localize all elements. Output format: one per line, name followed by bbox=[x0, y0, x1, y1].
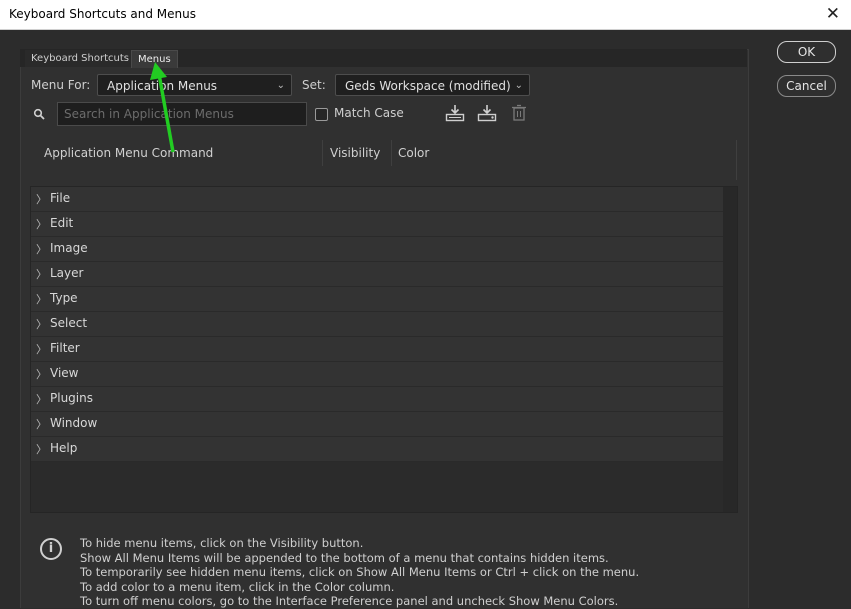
chevron-right-icon[interactable]: 〉 bbox=[36, 241, 47, 257]
menu-label: Type bbox=[50, 291, 78, 305]
menu-label: Help bbox=[50, 441, 78, 455]
window-title: Keyboard Shortcuts and Menus bbox=[9, 7, 196, 21]
menu-label: Window bbox=[50, 416, 98, 430]
menu-list: 〉 File 〉 Edit 〉 Image 〉 Layer 〉 Type 〉 Select … bbox=[30, 186, 738, 513]
column-divider bbox=[736, 140, 737, 180]
menu-label: Select bbox=[50, 316, 88, 330]
list-item[interactable]: 〉 Help bbox=[31, 437, 723, 462]
info-icon: i bbox=[40, 538, 62, 560]
info-line: To temporarily see hidden menu items, cl… bbox=[80, 565, 640, 579]
ok-button[interactable]: OK bbox=[777, 41, 836, 63]
chevron-right-icon[interactable]: 〉 bbox=[36, 366, 47, 382]
menu-label: File bbox=[50, 191, 71, 205]
menu-label: Plugins bbox=[50, 391, 93, 405]
info-line: To add color to a menu item, click in th… bbox=[80, 579, 395, 594]
annotation-arrow-icon bbox=[150, 62, 175, 153]
chevron-right-icon[interactable]: 〉 bbox=[36, 441, 47, 457]
list-item[interactable]: 〉 View bbox=[31, 362, 723, 387]
chevron-right-icon[interactable]: 〉 bbox=[36, 191, 47, 207]
delete-set-icon[interactable] bbox=[509, 104, 529, 122]
menu-for-select[interactable]: Application Menus ⌄ bbox=[97, 74, 292, 96]
chevron-down-icon: ⌄ bbox=[276, 80, 285, 91]
list-item[interactable]: 〉 File bbox=[31, 187, 723, 212]
search-icon bbox=[33, 108, 45, 120]
column-divider bbox=[322, 140, 323, 166]
chevron-right-icon[interactable]: 〉 bbox=[36, 416, 47, 432]
chevron-right-icon[interactable]: 〉 bbox=[36, 316, 47, 332]
menu-label: Filter bbox=[50, 341, 80, 355]
list-item[interactable]: 〉 Select bbox=[31, 312, 723, 337]
title-bar: Keyboard Shortcuts and Menus ✕ bbox=[0, 0, 851, 30]
menu-label: Layer bbox=[50, 266, 84, 280]
list-item[interactable]: 〉 Filter bbox=[31, 337, 723, 362]
list-item[interactable]: 〉 Window bbox=[31, 412, 723, 437]
menu-label: Image bbox=[50, 241, 88, 255]
column-visibility[interactable]: Visibility bbox=[330, 146, 380, 160]
column-color[interactable]: Color bbox=[398, 146, 429, 160]
info-line: Show All Menu Items will be appended to … bbox=[80, 550, 609, 565]
search-input[interactable]: Search in Application Menus bbox=[57, 102, 307, 126]
chevron-right-icon[interactable]: 〉 bbox=[36, 391, 47, 407]
set-select[interactable]: Geds Workspace (modified) ⌄ bbox=[335, 74, 530, 96]
tab-keyboard-shortcuts[interactable]: Keyboard Shortcuts bbox=[25, 50, 135, 67]
set-value: Geds Workspace (modified) bbox=[345, 79, 511, 93]
chevron-right-icon[interactable]: 〉 bbox=[36, 341, 47, 357]
list-item[interactable]: 〉 Plugins bbox=[31, 387, 723, 412]
info-line: To turn off menu colors, go to the Inter… bbox=[80, 594, 619, 608]
chevron-right-icon[interactable]: 〉 bbox=[36, 266, 47, 282]
save-set-icon[interactable] bbox=[445, 104, 465, 122]
scrollbar[interactable] bbox=[723, 187, 737, 512]
info-text: To hide menu items, click on the Visibil… bbox=[80, 536, 639, 609]
list-item[interactable]: 〉 Layer bbox=[31, 262, 723, 287]
chevron-right-icon[interactable]: 〉 bbox=[36, 216, 47, 232]
close-icon[interactable]: ✕ bbox=[826, 4, 840, 24]
column-header: Application Menu Command Visibility Colo… bbox=[30, 134, 738, 187]
menu-label: View bbox=[50, 366, 79, 380]
set-label: Set: bbox=[302, 78, 326, 92]
list-item[interactable]: 〉 Image bbox=[31, 237, 723, 262]
menu-for-label: Menu For: bbox=[31, 78, 91, 92]
list-item[interactable]: 〉 Edit bbox=[31, 212, 723, 237]
list-item[interactable]: 〉 Type bbox=[31, 287, 723, 312]
chevron-right-icon[interactable]: 〉 bbox=[36, 291, 47, 307]
column-divider bbox=[391, 140, 392, 166]
save-set-as-icon[interactable] bbox=[477, 104, 497, 122]
menu-label: Edit bbox=[50, 216, 74, 230]
match-case-label: Match Case bbox=[334, 106, 404, 120]
chevron-down-icon: ⌄ bbox=[514, 80, 523, 91]
cancel-button[interactable]: Cancel bbox=[777, 75, 836, 97]
info-line: To hide menu items, click on the Visibil… bbox=[80, 536, 364, 550]
column-command[interactable]: Application Menu Command bbox=[44, 146, 213, 160]
match-case-checkbox[interactable] bbox=[315, 108, 328, 121]
